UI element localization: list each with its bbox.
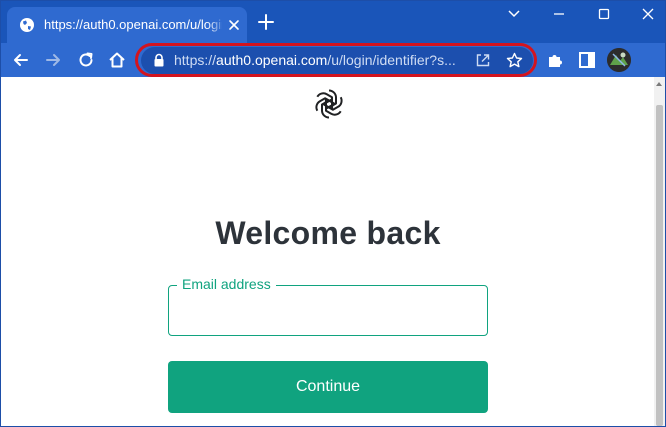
page-title: Welcome back bbox=[215, 215, 441, 251]
title-bar: https://auth0.openai.com/u/login/identif… bbox=[1, 1, 665, 43]
extensions-puzzle-icon[interactable] bbox=[545, 50, 565, 70]
forward-arrow-icon[interactable] bbox=[43, 50, 63, 70]
back-arrow-icon[interactable] bbox=[11, 50, 31, 70]
email-field-label: Email address bbox=[177, 275, 276, 293]
minimize-icon[interactable] bbox=[545, 4, 573, 24]
close-tab-icon[interactable] bbox=[227, 18, 241, 32]
tab-title: https://auth0.openai.com/u/login/identif… bbox=[44, 17, 222, 32]
maximize-icon[interactable] bbox=[590, 4, 618, 24]
profile-avatar-icon[interactable] bbox=[607, 48, 631, 72]
scrollbar-thumb[interactable] bbox=[656, 105, 663, 426]
tab-active[interactable]: https://auth0.openai.com/u/login/identif… bbox=[7, 7, 247, 43]
tab-search-chevron-icon[interactable] bbox=[500, 4, 528, 24]
address-bar-highlight bbox=[135, 43, 537, 77]
new-tab-icon[interactable] bbox=[256, 12, 276, 32]
tab-title-fade bbox=[207, 13, 225, 37]
openai-logo-icon bbox=[315, 89, 343, 119]
toolbar: https://auth0.openai.com/u/login/identif… bbox=[1, 43, 665, 77]
home-icon[interactable] bbox=[107, 50, 127, 70]
browser-window: https://auth0.openai.com/u/login/identif… bbox=[0, 0, 666, 427]
page-content: Welcome back Email address Continue bbox=[1, 77, 665, 426]
globe-icon bbox=[20, 18, 34, 32]
continue-button[interactable]: Continue bbox=[168, 361, 488, 413]
page-scrollbar[interactable] bbox=[654, 77, 665, 426]
scroll-up-arrow-icon[interactable] bbox=[656, 82, 662, 86]
close-window-icon[interactable] bbox=[634, 4, 662, 24]
reload-icon[interactable] bbox=[76, 50, 96, 70]
side-panel-icon[interactable] bbox=[577, 50, 597, 70]
